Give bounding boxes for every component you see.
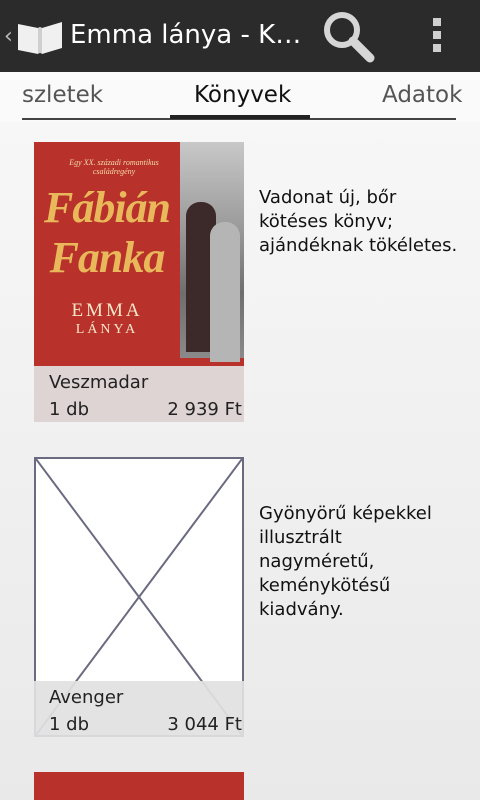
overflow-menu-icon[interactable] [430, 18, 444, 54]
price: 3 044 Ft [167, 714, 242, 735]
seller-name: Avenger [49, 687, 124, 708]
book-app-icon[interactable] [14, 14, 66, 58]
listing-description: Vadonat új, bőr kötéses könyv; ajándékna… [259, 187, 458, 256]
listing-description: Gyönyörű képekkel illusztrált nagyméretű… [259, 503, 432, 620]
seller-name: Veszmadar [49, 372, 149, 393]
list-item[interactable] [34, 772, 244, 800]
listing-caption: Veszmadar 1 db 2 939 Ft [34, 366, 244, 422]
tab-strip: szletek Könyvek Adatok [0, 72, 480, 122]
up-caret-icon[interactable]: ‹ [4, 24, 13, 49]
quantity: 1 db [49, 399, 90, 420]
search-icon[interactable] [320, 10, 378, 64]
cover-tagline: Egy XX. századi romantikus családregény [69, 158, 159, 176]
cover-title-line2: LÁNYA [75, 322, 139, 337]
list-item[interactable]: Avenger 1 db 3 044 Ft [34, 457, 244, 737]
cover-photo [180, 142, 244, 362]
quantity: 1 db [49, 714, 90, 735]
list-item[interactable]: Egy XX. századi romantikus családregény … [34, 142, 244, 422]
listing-list: Egy XX. századi romantikus családregény … [0, 122, 480, 800]
cover-author-last: Fanka [49, 233, 166, 282]
screen-title: Emma lánya - K… [70, 20, 302, 50]
tab-books[interactable]: Könyvek [194, 82, 291, 108]
listing-caption: Avenger 1 db 3 044 Ft [34, 681, 244, 737]
tab-data[interactable]: Adatok [382, 82, 462, 108]
tab-selected-indicator [170, 115, 310, 119]
cover-author-first: Fábián [43, 183, 171, 232]
price: 2 939 Ft [167, 399, 242, 420]
action-bar: ‹ Emma lánya - K… [0, 0, 480, 72]
cover-title-line1: EMMA [71, 300, 143, 321]
tab-details[interactable]: szletek [22, 82, 103, 108]
